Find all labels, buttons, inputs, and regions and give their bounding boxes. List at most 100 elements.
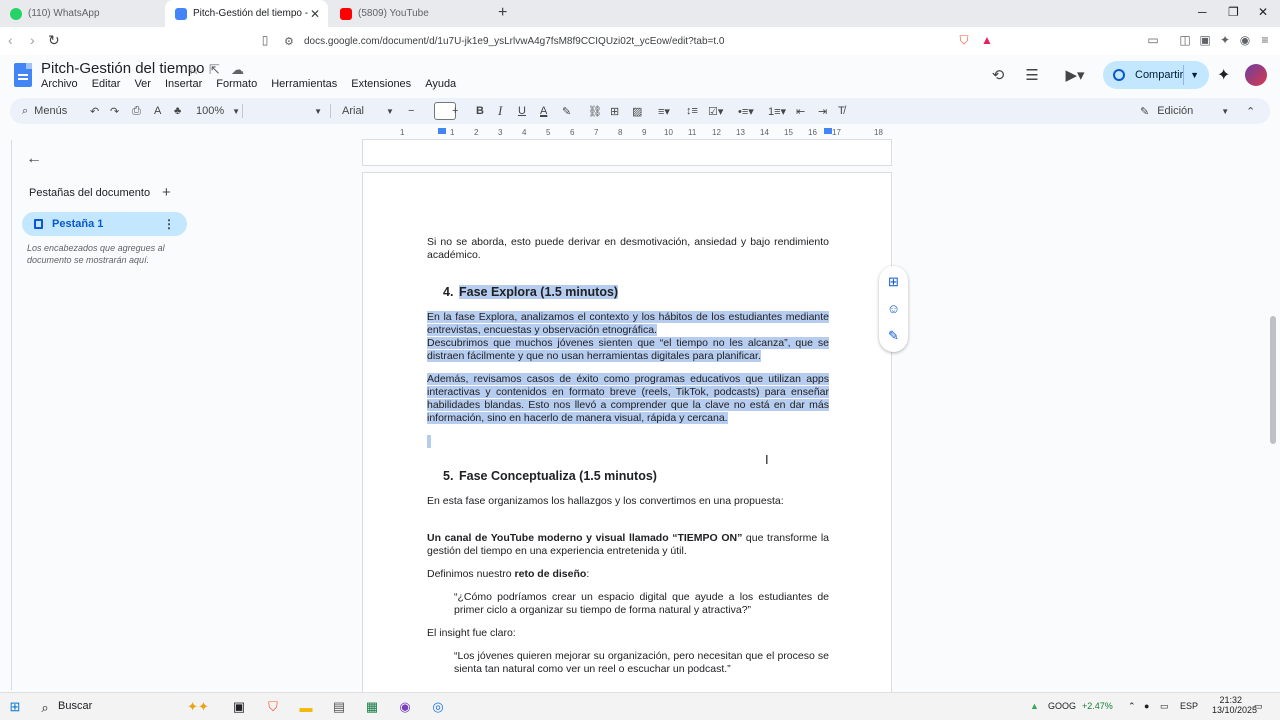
print-icon[interactable]: ⎙ bbox=[132, 98, 141, 124]
menu-archivo[interactable]: Archivo bbox=[41, 78, 78, 90]
docs-logo-icon[interactable] bbox=[14, 63, 32, 87]
document-page[interactable]: Si no se aborda, esto puede derivar en d… bbox=[362, 172, 892, 692]
site-info-icon[interactable]: ⚙ bbox=[284, 35, 296, 48]
menu-ayuda[interactable]: Ayuda bbox=[425, 78, 456, 90]
font-select[interactable]: Arial ▼ bbox=[342, 98, 394, 124]
notification-icon[interactable]: ▭ bbox=[1160, 701, 1169, 712]
restore-icon[interactable]: ❐ bbox=[1228, 5, 1239, 19]
menu-insertar[interactable]: Insertar bbox=[165, 78, 202, 90]
emoji-reaction-icon[interactable]: ☺ bbox=[886, 301, 901, 316]
link-icon[interactable]: ⛓ bbox=[588, 98, 602, 124]
new-tab-button[interactable]: + bbox=[498, 4, 507, 22]
tab-docs[interactable]: Pitch-Gestión del tiempo - Docu ✕ bbox=[165, 0, 328, 27]
highlight-icon[interactable]: ✎ bbox=[562, 98, 571, 124]
checklist-icon[interactable]: ☑▾ bbox=[708, 98, 723, 124]
increase-font-size-icon[interactable]: + bbox=[452, 98, 458, 124]
chrome-icon[interactable]: ◎ bbox=[429, 698, 447, 716]
more-options-icon[interactable]: ⋮ bbox=[163, 217, 175, 231]
numbered-list-icon[interactable]: 1≡▾ bbox=[768, 98, 786, 124]
document-body[interactable]: Si no se aborda, esto puede derivar en d… bbox=[427, 236, 829, 676]
heading-5[interactable]: 5. Fase Conceptualiza (1.5 minutos) bbox=[427, 470, 829, 483]
decrease-indent-icon[interactable]: ⇤ bbox=[796, 98, 805, 124]
move-icon[interactable]: ⇱ bbox=[209, 62, 220, 78]
app-icon[interactable]: ◉ bbox=[396, 698, 414, 716]
redo-icon[interactable]: ↷ bbox=[110, 98, 119, 124]
bookmark-icon[interactable]: ▯ bbox=[258, 33, 272, 47]
menu-editar[interactable]: Editar bbox=[92, 78, 121, 90]
quote[interactable]: “Los jóvenes quieren mejorar su organiza… bbox=[427, 650, 829, 676]
line-spacing-icon[interactable]: ↕≡ bbox=[686, 98, 698, 124]
meet-icon[interactable]: ▶▾ bbox=[1060, 65, 1090, 85]
brave-rewards-icon[interactable]: ▲ bbox=[980, 33, 994, 47]
paint-format-icon[interactable]: ♣ bbox=[174, 98, 181, 124]
suggest-edits-icon[interactable]: ✎ bbox=[886, 328, 901, 343]
undo-icon[interactable]: ↶ bbox=[90, 98, 99, 124]
quote[interactable]: “¿Cómo podríamos crear un espacio digita… bbox=[427, 591, 829, 617]
paragraph[interactable]: En la fase Explora, analizamos el contex… bbox=[427, 311, 829, 337]
add-comment-icon[interactable]: ⊞ bbox=[610, 98, 619, 124]
close-tab-icon[interactable]: ✕ bbox=[310, 7, 320, 21]
paragraph[interactable]: El insight fue claro: bbox=[427, 627, 829, 640]
indent-marker[interactable] bbox=[438, 128, 446, 134]
excel-icon[interactable]: ▦ bbox=[363, 698, 381, 716]
share-button[interactable]: Compartir ▼ bbox=[1103, 61, 1209, 89]
decrease-font-size-icon[interactable]: − bbox=[408, 98, 414, 124]
paragraph[interactable]: Definimos nuestro reto de diseño: bbox=[427, 568, 829, 581]
vertical-ruler[interactable] bbox=[0, 140, 12, 690]
spellcheck-icon[interactable]: A bbox=[154, 98, 161, 124]
sidebar-toggle-icon[interactable]: ◫ bbox=[1178, 33, 1192, 47]
search-menus[interactable]: ⌕ Menús bbox=[22, 98, 67, 124]
menu-extensiones[interactable]: Extensiones bbox=[351, 78, 411, 90]
url-bar[interactable]: ⚙ docs.google.com/document/d/1u7U-jk1e9_… bbox=[284, 30, 952, 52]
brave-icon[interactable]: ⛉ bbox=[264, 698, 282, 716]
avatar[interactable] bbox=[1245, 64, 1267, 86]
zoom-select[interactable]: 100% ▼ bbox=[196, 98, 240, 124]
paragraph[interactable]: Si no se aborda, esto puede derivar en d… bbox=[427, 236, 829, 262]
style-select[interactable]: ▼ bbox=[250, 98, 322, 124]
heading-4[interactable]: 4. Fase Explora (1.5 minutos) bbox=[427, 285, 829, 299]
language-indicator[interactable]: ESP bbox=[1180, 701, 1198, 711]
clock[interactable]: 21:32 13/10/2025 bbox=[1212, 695, 1257, 715]
paragraph[interactable]: En esta fase organizamos los hallazgos y… bbox=[427, 495, 829, 508]
paragraph[interactable]: Descubrimos que muchos jóvenes sienten q… bbox=[427, 337, 829, 363]
version-history-icon[interactable]: ⟲ bbox=[988, 65, 1008, 85]
reload-icon[interactable]: ↻ bbox=[48, 32, 60, 49]
vpn-icon[interactable]: ◉ bbox=[1238, 33, 1252, 47]
add-tab-icon[interactable]: + bbox=[162, 184, 171, 201]
sidebar-item-tab-1[interactable]: Pestaña 1 ⋮ bbox=[22, 212, 187, 236]
copilot-icon[interactable]: ✦✦ bbox=[178, 698, 218, 716]
right-margin-marker[interactable] bbox=[824, 128, 832, 134]
minimize-icon[interactable]: ─ bbox=[1198, 5, 1207, 19]
increase-indent-icon[interactable]: ⇥ bbox=[818, 98, 827, 124]
collapse-menus-icon[interactable]: ⌃ bbox=[1246, 98, 1255, 124]
text-color-icon[interactable]: A bbox=[540, 98, 547, 124]
stock-ticker[interactable]: GOOG bbox=[1048, 701, 1076, 711]
insert-image-icon[interactable]: ▨ bbox=[632, 98, 642, 124]
bulleted-list-icon[interactable]: •≡▾ bbox=[738, 98, 754, 124]
italic-icon[interactable]: I bbox=[498, 98, 502, 124]
brave-shield-icon[interactable]: ⛉ bbox=[957, 33, 971, 47]
chevron-down-icon[interactable]: ▼ bbox=[1190, 70, 1199, 80]
leo-ai-icon[interactable]: ✦ bbox=[1218, 33, 1232, 47]
align-icon[interactable]: ≡▾ bbox=[658, 98, 670, 124]
notifications-icon[interactable]: ▭ bbox=[1254, 701, 1263, 712]
app-icon[interactable]: ▤ bbox=[330, 698, 348, 716]
add-comment-icon[interactable]: ⊞ bbox=[886, 274, 901, 289]
scrollbar[interactable] bbox=[1270, 316, 1276, 444]
previous-page[interactable] bbox=[362, 140, 892, 166]
bold-icon[interactable]: B bbox=[476, 98, 484, 124]
star-icon[interactable]: ☆ bbox=[188, 62, 200, 78]
browser-menu-icon[interactable]: ≡ bbox=[1258, 33, 1272, 47]
paragraph[interactable]: Además, revisamos casos de éxito como pr… bbox=[427, 373, 829, 425]
close-window-icon[interactable]: ✕ bbox=[1258, 5, 1268, 19]
search-icon[interactable]: ⌕ bbox=[36, 699, 54, 717]
windows-start-icon[interactable]: ⊞ bbox=[6, 698, 24, 716]
back-icon[interactable]: ‹ bbox=[8, 32, 13, 48]
clear-formatting-icon[interactable]: T̸ bbox=[838, 98, 845, 124]
file-explorer-icon[interactable]: ▬ bbox=[297, 698, 315, 716]
wallet-icon[interactable]: ▣ bbox=[1198, 33, 1212, 47]
menu-ver[interactable]: Ver bbox=[134, 78, 151, 90]
tab-whatsapp[interactable]: (110) WhatsApp bbox=[0, 0, 165, 27]
menu-formato[interactable]: Formato bbox=[216, 78, 257, 90]
cast-icon[interactable]: ▭ bbox=[1146, 33, 1160, 47]
